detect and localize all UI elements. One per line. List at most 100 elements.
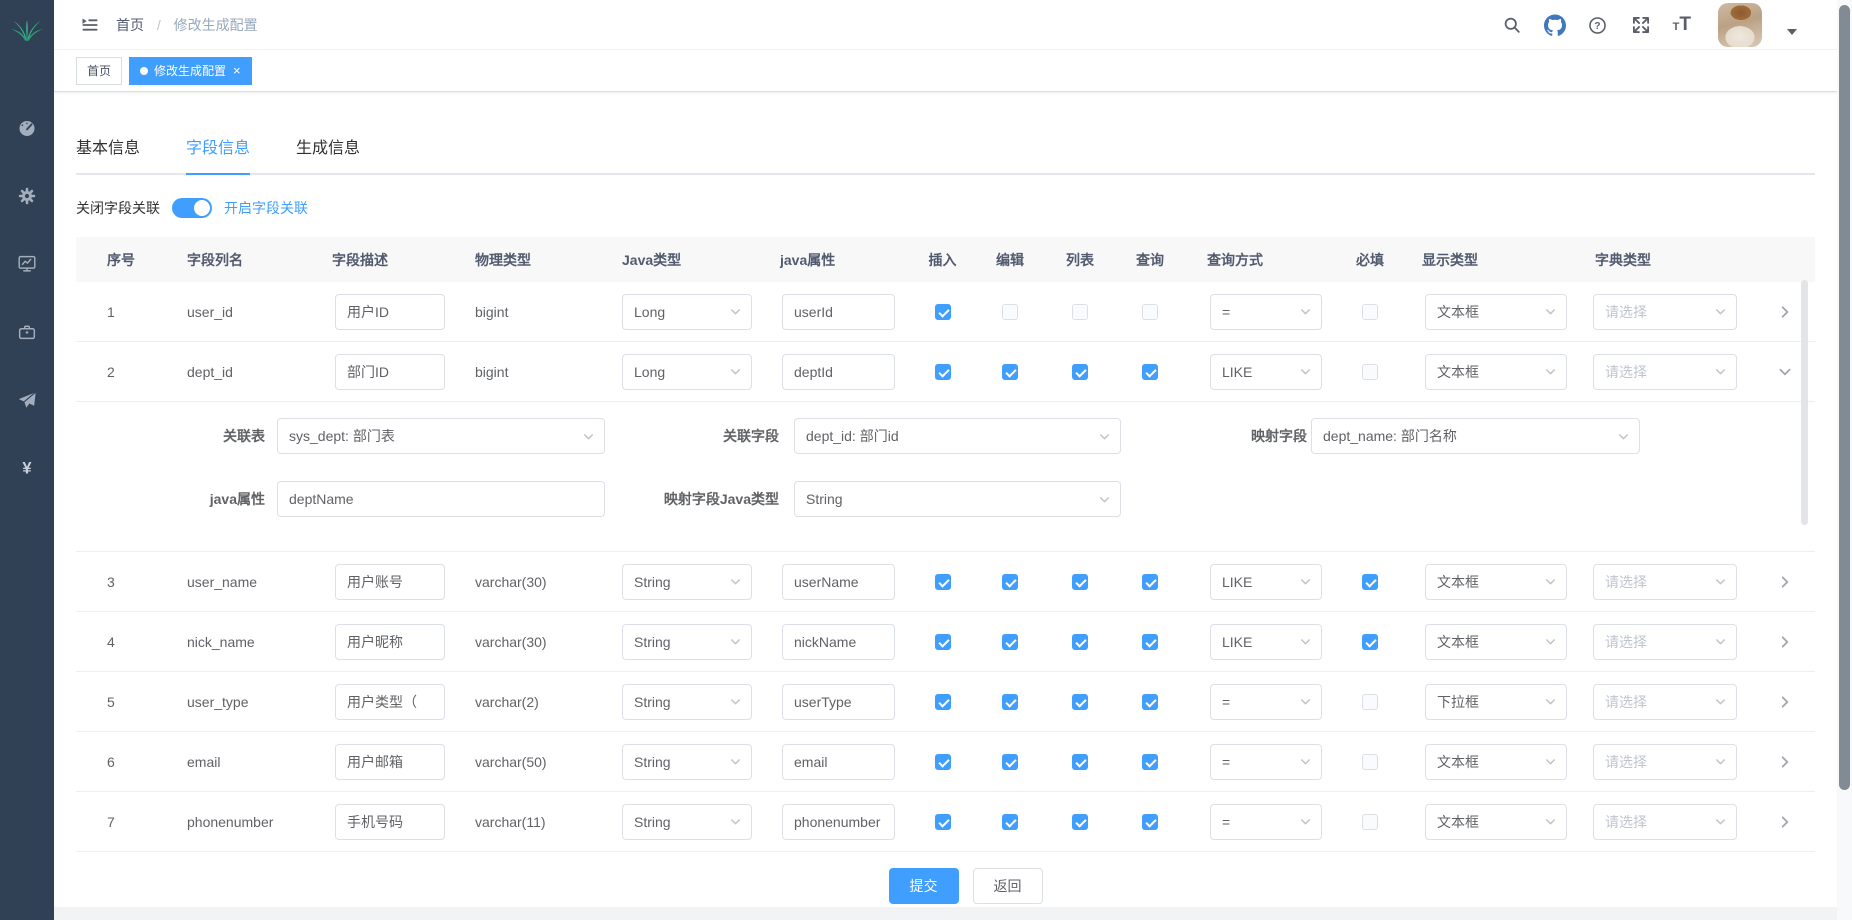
required-checkbox[interactable] <box>1362 634 1378 650</box>
edit-checkbox[interactable] <box>1002 364 1018 380</box>
java-field-input[interactable] <box>782 294 895 330</box>
html-type-select[interactable]: 文本框 <box>1425 624 1567 660</box>
hamburger-icon[interactable] <box>80 15 100 35</box>
tag-home[interactable]: 首页 <box>76 57 122 85</box>
close-tag-icon[interactable]: × <box>233 64 241 77</box>
expand-row-toggle[interactable] <box>1755 695 1815 709</box>
list-checkbox[interactable] <box>1072 364 1088 380</box>
column-desc-input[interactable] <box>335 354 445 390</box>
dict-type-select[interactable]: 请选择 <box>1593 624 1737 660</box>
search-icon[interactable] <box>1501 14 1523 36</box>
java-field-input[interactable] <box>782 684 895 720</box>
java-field-input[interactable] <box>782 744 895 780</box>
sidebar-item-monitor[interactable] <box>0 230 54 298</box>
query-checkbox[interactable] <box>1142 754 1158 770</box>
java-type-select[interactable]: Long <box>622 294 752 330</box>
edit-checkbox[interactable] <box>1002 754 1018 770</box>
required-checkbox[interactable] <box>1362 574 1378 590</box>
query-checkbox[interactable] <box>1142 694 1158 710</box>
map-java-type-select[interactable]: String <box>794 481 1121 517</box>
java-type-select[interactable]: String <box>622 624 752 660</box>
column-desc-input[interactable] <box>335 684 445 720</box>
sidebar-item-finance[interactable]: ¥ <box>0 434 54 502</box>
rel-table-select[interactable]: sys_dept: 部门表 <box>277 418 605 454</box>
insert-checkbox[interactable] <box>935 754 951 770</box>
required-checkbox[interactable] <box>1362 304 1378 320</box>
html-type-select[interactable]: 文本框 <box>1425 564 1567 600</box>
sidebar-item-system[interactable] <box>0 162 54 230</box>
java-type-select[interactable]: String <box>622 744 752 780</box>
dict-type-select[interactable]: 请选择 <box>1593 294 1737 330</box>
query-checkbox[interactable] <box>1142 574 1158 590</box>
submit-button[interactable]: 提交 <box>889 868 959 904</box>
column-desc-input[interactable] <box>335 804 445 840</box>
list-checkbox[interactable] <box>1072 304 1088 320</box>
query-mode-select[interactable]: = <box>1210 294 1322 330</box>
query-checkbox[interactable] <box>1142 364 1158 380</box>
query-checkbox[interactable] <box>1142 304 1158 320</box>
query-mode-select[interactable]: LIKE <box>1210 564 1322 600</box>
required-checkbox[interactable] <box>1362 694 1378 710</box>
dict-type-select[interactable]: 请选择 <box>1593 744 1737 780</box>
expand-row-toggle[interactable] <box>1755 635 1815 649</box>
tab-basic-info[interactable]: 基本信息 <box>76 134 140 173</box>
table-scrollbar-thumb[interactable] <box>1801 280 1808 525</box>
query-mode-select[interactable]: = <box>1210 804 1322 840</box>
insert-checkbox[interactable] <box>935 634 951 650</box>
html-type-select[interactable]: 文本框 <box>1425 744 1567 780</box>
field-relation-toggle[interactable] <box>172 198 212 218</box>
sidebar-item-deploy[interactable] <box>0 366 54 434</box>
html-type-select[interactable]: 下拉框 <box>1425 684 1567 720</box>
edit-checkbox[interactable] <box>1002 694 1018 710</box>
tab-generate-info[interactable]: 生成信息 <box>296 134 360 173</box>
map-field-select[interactable]: dept_name: 部门名称 <box>1311 418 1640 454</box>
expand-row-toggle[interactable] <box>1755 755 1815 769</box>
fullscreen-icon[interactable] <box>1630 14 1652 36</box>
edit-checkbox[interactable] <box>1002 574 1018 590</box>
dict-type-select[interactable]: 请选择 <box>1593 564 1737 600</box>
java-type-select[interactable]: Long <box>622 354 752 390</box>
insert-checkbox[interactable] <box>935 814 951 830</box>
java-field-input[interactable] <box>782 354 895 390</box>
java-type-select[interactable]: String <box>622 684 752 720</box>
rel-field-select[interactable]: dept_id: 部门id <box>794 418 1121 454</box>
sidebar-item-tool[interactable] <box>0 298 54 366</box>
dict-type-select[interactable]: 请选择 <box>1593 684 1737 720</box>
html-type-select[interactable]: 文本框 <box>1425 354 1567 390</box>
required-checkbox[interactable] <box>1362 364 1378 380</box>
query-checkbox[interactable] <box>1142 814 1158 830</box>
java-field-input[interactable] <box>782 624 895 660</box>
java-field-input[interactable] <box>782 564 895 600</box>
java-type-select[interactable]: String <box>622 564 752 600</box>
list-checkbox[interactable] <box>1072 574 1088 590</box>
required-checkbox[interactable] <box>1362 814 1378 830</box>
insert-checkbox[interactable] <box>935 694 951 710</box>
edit-checkbox[interactable] <box>1002 634 1018 650</box>
avatar[interactable] <box>1718 3 1762 47</box>
html-type-select[interactable]: 文本框 <box>1425 294 1567 330</box>
expand-row-toggle[interactable] <box>1755 815 1815 829</box>
dict-type-select[interactable]: 请选择 <box>1593 354 1737 390</box>
breadcrumb-home[interactable]: 首页 <box>116 17 144 33</box>
tab-field-info[interactable]: 字段信息 <box>186 134 250 173</box>
toggle-label-on[interactable]: 开启字段关联 <box>224 198 308 218</box>
list-checkbox[interactable] <box>1072 694 1088 710</box>
column-desc-input[interactable] <box>335 744 445 780</box>
list-checkbox[interactable] <box>1072 754 1088 770</box>
help-icon[interactable]: ? <box>1587 14 1609 36</box>
font-size-icon[interactable]: TT <box>1673 14 1691 36</box>
edit-checkbox[interactable] <box>1002 304 1018 320</box>
query-checkbox[interactable] <box>1142 634 1158 650</box>
column-desc-input[interactable] <box>335 294 445 330</box>
java-field-input[interactable] <box>782 804 895 840</box>
insert-checkbox[interactable] <box>935 574 951 590</box>
query-mode-select[interactable]: LIKE <box>1210 624 1322 660</box>
sidebar-item-dashboard[interactable] <box>0 94 54 162</box>
required-checkbox[interactable] <box>1362 754 1378 770</box>
back-button[interactable]: 返回 <box>973 868 1043 904</box>
expand-row-toggle[interactable] <box>1755 575 1815 589</box>
list-checkbox[interactable] <box>1072 814 1088 830</box>
java-type-select[interactable]: String <box>622 804 752 840</box>
app-logo[interactable] <box>0 0 54 60</box>
insert-checkbox[interactable] <box>935 304 951 320</box>
